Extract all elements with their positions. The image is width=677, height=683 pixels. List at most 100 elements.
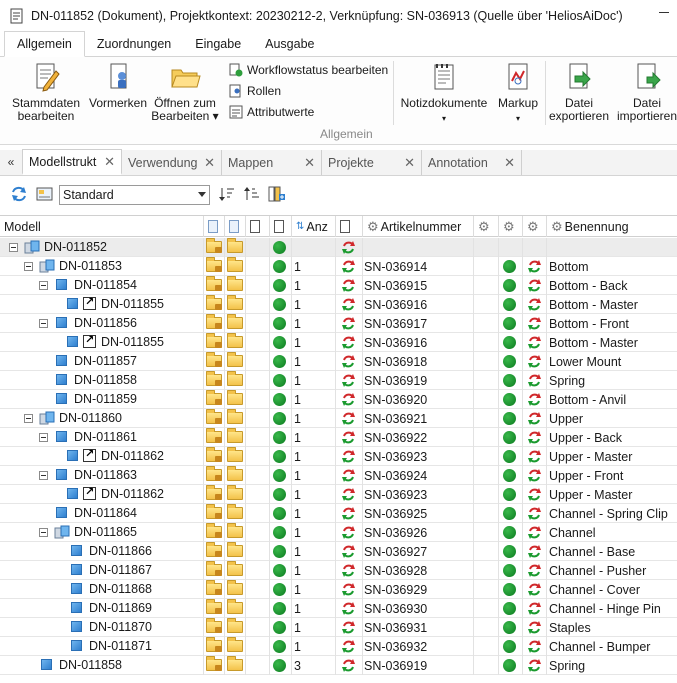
- stammdaten-bearbeiten-button[interactable]: Stammdaten bearbeiten: [10, 61, 82, 123]
- tab-allgemein[interactable]: Allgemein: [4, 31, 85, 57]
- tab-modellstruktur[interactable]: Modellstrukt⁠ ✕: [22, 149, 122, 175]
- collapse-toggle[interactable]: [39, 433, 48, 442]
- table-row[interactable]: DN-011858 3 SN-036919 Spring: [0, 656, 677, 675]
- model-cell[interactable]: DN-011860: [0, 409, 204, 428]
- model-cell[interactable]: DN-011853: [0, 257, 204, 276]
- model-cell[interactable]: DN-011862: [0, 485, 204, 504]
- scroll-left-icon[interactable]: «: [0, 149, 22, 175]
- rollen-button[interactable]: Rollen: [229, 82, 281, 100]
- vormerken-button[interactable]: Vormerken: [86, 61, 150, 110]
- column-header-anz[interactable]: ⇅ Anz: [292, 216, 336, 237]
- collapse-toggle[interactable]: [24, 414, 33, 423]
- model-cell[interactable]: DN-011870: [0, 618, 204, 637]
- model-cell[interactable]: DN-011867: [0, 561, 204, 580]
- view-settings-icon[interactable]: [36, 186, 54, 202]
- tab-mappen[interactable]: Mappen ✕: [222, 150, 322, 175]
- close-icon[interactable]: ✕: [204, 155, 215, 171]
- table-row[interactable]: DN-011863 1 SN-036924 Upper - Front: [0, 466, 677, 485]
- column-header-gear2[interactable]: ⚙: [499, 216, 523, 237]
- table-row[interactable]: DN-011864 1 SN-036925 Channel - Spring Clip: [0, 504, 677, 523]
- column-header-gear1[interactable]: ⚙: [474, 216, 499, 237]
- column-header-doc3-icon[interactable]: [246, 216, 270, 237]
- collapse-toggle[interactable]: [39, 471, 48, 480]
- collapse-toggle[interactable]: [24, 262, 33, 271]
- collapse-toggle[interactable]: [9, 243, 18, 252]
- model-cell[interactable]: DN-011852: [0, 238, 204, 257]
- table-row[interactable]: DN-011865 1 SN-036926 Channel: [0, 523, 677, 542]
- tab-ausgabe[interactable]: Ausgabe: [253, 31, 326, 56]
- tab-eingabe[interactable]: Eingabe: [183, 31, 253, 56]
- table-row[interactable]: DN-011871 1 SN-036932 Channel - Bumper: [0, 637, 677, 656]
- table-row[interactable]: DN-011856 1 SN-036917 Bottom - Front: [0, 314, 677, 333]
- model-cell[interactable]: DN-011861: [0, 428, 204, 447]
- datei-exportieren-button[interactable]: Datei exportieren: [547, 61, 611, 123]
- table-row[interactable]: DN-011869 1 SN-036930 Channel - Hinge Pin: [0, 599, 677, 618]
- model-cell[interactable]: DN-011869: [0, 599, 204, 618]
- column-header-modell[interactable]: Modell: [0, 216, 204, 237]
- table-row[interactable]: DN-011853 1 SN-036914 Bottom: [0, 257, 677, 276]
- model-cell[interactable]: DN-011856: [0, 314, 204, 333]
- sort-descending-icon[interactable]: [243, 186, 261, 202]
- refresh-icon[interactable]: [10, 186, 28, 202]
- model-cell[interactable]: DN-011871: [0, 637, 204, 656]
- collapse-toggle[interactable]: [39, 528, 48, 537]
- column-header-doc1-icon[interactable]: [204, 216, 225, 237]
- table-row[interactable]: DN-011858 1 SN-036919 Spring: [0, 371, 677, 390]
- column-header-doc5-icon[interactable]: [336, 216, 363, 237]
- tab-annotation[interactable]: Annotation ✕: [422, 150, 522, 175]
- table-row[interactable]: DN-011855 1 SN-036916 Bottom - Master: [0, 333, 677, 352]
- table-row[interactable]: DN-011862 1 SN-036923 Upper - Master: [0, 447, 677, 466]
- column-header-doc4-icon[interactable]: [270, 216, 292, 237]
- model-cell[interactable]: DN-011859: [0, 390, 204, 409]
- model-cell[interactable]: DN-011864: [0, 504, 204, 523]
- table-row[interactable]: DN-011867 1 SN-036928 Channel - Pusher: [0, 561, 677, 580]
- datei-importieren-button[interactable]: Datei importieren: [615, 61, 677, 123]
- model-cell[interactable]: DN-011855: [0, 295, 204, 314]
- close-icon[interactable]: ✕: [104, 154, 115, 170]
- table-row[interactable]: DN-011855 1 SN-036916 Bottom - Master: [0, 295, 677, 314]
- table-row[interactable]: DN-011868 1 SN-036929 Channel - Cover: [0, 580, 677, 599]
- table-row[interactable]: DN-011854 1 SN-036915 Bottom - Back: [0, 276, 677, 295]
- tab-verwendung[interactable]: Verwendung ✕: [122, 150, 222, 175]
- tab-projekte[interactable]: Projekte ✕: [322, 150, 422, 175]
- add-column-icon[interactable]: [268, 186, 286, 202]
- workflowstatus-button[interactable]: Workflowstatus bearbeiten: [229, 61, 388, 79]
- model-cell[interactable]: DN-011855: [0, 333, 204, 352]
- sort-ascending-icon[interactable]: [218, 186, 236, 202]
- table-row[interactable]: DN-011860 1 SN-036921 Upper: [0, 409, 677, 428]
- model-cell[interactable]: DN-011858: [0, 371, 204, 390]
- table-row[interactable]: DN-011852: [0, 238, 677, 257]
- column-header-doc2-icon[interactable]: [225, 216, 246, 237]
- attributwerte-button[interactable]: Attributwerte: [229, 103, 314, 121]
- model-cell[interactable]: DN-011866: [0, 542, 204, 561]
- table-row[interactable]: DN-011862 1 SN-036923 Upper - Master: [0, 485, 677, 504]
- column-header-gear3[interactable]: ⚙: [523, 216, 547, 237]
- part-icon: [54, 316, 68, 330]
- model-cell[interactable]: DN-011858: [0, 656, 204, 675]
- close-icon[interactable]: ✕: [404, 155, 415, 171]
- model-cell[interactable]: DN-011862: [0, 447, 204, 466]
- collapse-toggle[interactable]: [39, 281, 48, 290]
- table-row[interactable]: DN-011861 1 SN-036922 Upper - Back: [0, 428, 677, 447]
- markup-button[interactable]: Markup ▾: [494, 61, 542, 125]
- status-cell: [246, 580, 270, 599]
- model-cell[interactable]: DN-011854: [0, 276, 204, 295]
- table-row[interactable]: DN-011870 1 SN-036931 Staples: [0, 618, 677, 637]
- table-row[interactable]: DN-011857 1 SN-036918 Lower Mount: [0, 352, 677, 371]
- oeffnen-zum-bearbeiten-button[interactable]: Öffnen zum Bearbeiten ▾: [151, 61, 219, 123]
- collapse-toggle[interactable]: [39, 319, 48, 328]
- model-cell[interactable]: DN-011857: [0, 352, 204, 371]
- notizdokumente-button[interactable]: Notizdokumente ▾: [398, 61, 490, 125]
- table-row[interactable]: DN-011859 1 SN-036920 Bottom - Anvil: [0, 390, 677, 409]
- view-select[interactable]: Standard: [59, 185, 210, 205]
- model-cell[interactable]: DN-011863: [0, 466, 204, 485]
- close-icon[interactable]: ✕: [504, 155, 515, 171]
- model-cell[interactable]: DN-011865: [0, 523, 204, 542]
- column-header-artikelnummer[interactable]: ⚙ Artikelnummer: [363, 216, 474, 237]
- column-header-benennung[interactable]: ⚙ Benennung: [547, 216, 677, 237]
- model-cell[interactable]: DN-011868: [0, 580, 204, 599]
- tab-zuordnungen[interactable]: Zuordnungen: [85, 31, 183, 56]
- close-icon[interactable]: ✕: [304, 155, 315, 171]
- minimize-button[interactable]: [659, 12, 669, 13]
- table-row[interactable]: DN-011866 1 SN-036927 Channel - Base: [0, 542, 677, 561]
